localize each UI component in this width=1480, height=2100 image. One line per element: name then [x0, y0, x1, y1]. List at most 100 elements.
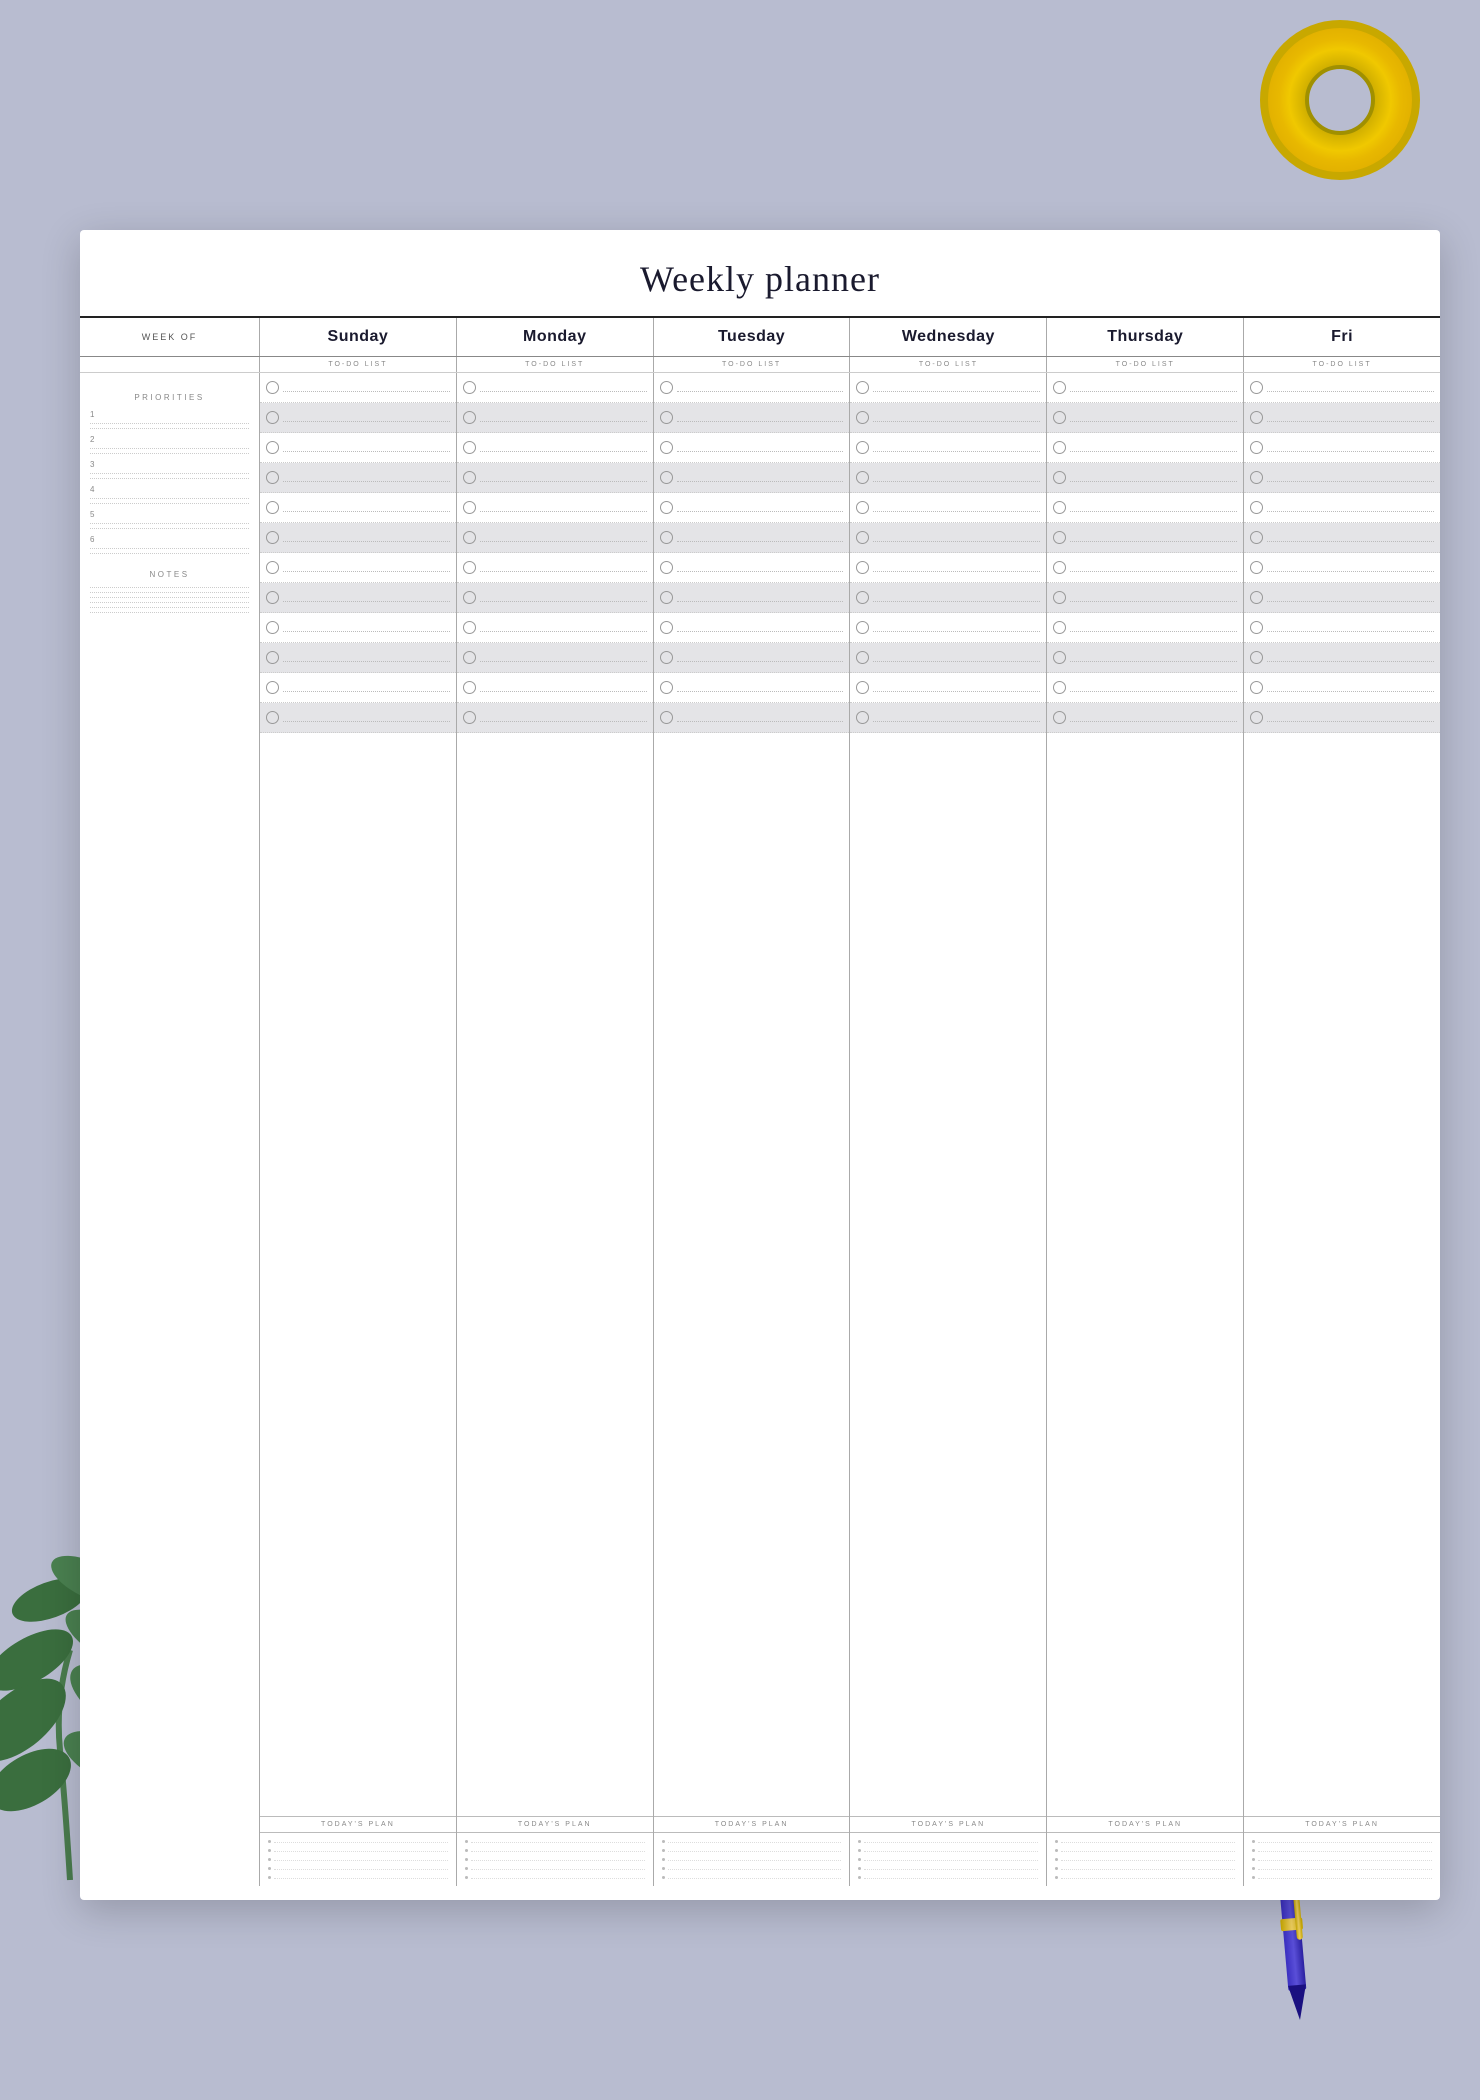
checkbox-circle[interactable] — [1250, 531, 1263, 544]
todo-row — [1244, 643, 1440, 673]
sunday-todo-rows — [260, 373, 456, 1816]
friday-plan-section: TODAY'S PLAN — [1244, 1816, 1440, 1886]
todo-row — [654, 433, 850, 463]
checkbox-circle[interactable] — [1250, 651, 1263, 664]
checkbox-circle[interactable] — [266, 501, 279, 514]
checkbox-circle[interactable] — [266, 591, 279, 604]
checkbox-circle[interactable] — [660, 381, 673, 394]
todo-row — [457, 373, 653, 403]
checkbox-circle[interactable] — [1053, 471, 1066, 484]
checkbox-circle[interactable] — [660, 621, 673, 634]
plan-row — [858, 1864, 1038, 1873]
checkbox-circle[interactable] — [660, 501, 673, 514]
dotted-line — [90, 423, 249, 424]
checkbox-circle[interactable] — [856, 621, 869, 634]
checkbox-circle[interactable] — [463, 471, 476, 484]
checkbox-circle[interactable] — [856, 681, 869, 694]
checkbox-circle[interactable] — [856, 711, 869, 724]
thursday-todo-rows — [1047, 373, 1243, 1816]
checkbox-circle[interactable] — [463, 561, 476, 574]
checkbox-circle[interactable] — [856, 411, 869, 424]
checkbox-circle[interactable] — [266, 651, 279, 664]
checkbox-circle[interactable] — [266, 621, 279, 634]
checkbox-circle[interactable] — [1053, 621, 1066, 634]
checkbox-circle[interactable] — [266, 531, 279, 544]
checkbox-circle[interactable] — [1053, 411, 1066, 424]
plan-row — [1252, 1855, 1432, 1864]
checkbox-circle[interactable] — [660, 561, 673, 574]
plan-rows — [457, 1833, 653, 1886]
checkbox-circle[interactable] — [1053, 711, 1066, 724]
checkbox-circle[interactable] — [856, 591, 869, 604]
todo-row — [850, 643, 1046, 673]
checkbox-circle[interactable] — [266, 681, 279, 694]
checkbox-circle[interactable] — [856, 471, 869, 484]
checkbox-circle[interactable] — [856, 561, 869, 574]
todo-row — [1047, 673, 1243, 703]
checkbox-circle[interactable] — [1250, 711, 1263, 724]
checkbox-circle[interactable] — [266, 561, 279, 574]
checkbox-circle[interactable] — [463, 441, 476, 454]
today-plan-label: TODAY'S PLAN — [1047, 1816, 1243, 1833]
checkbox-circle[interactable] — [660, 471, 673, 484]
checkbox-circle[interactable] — [1053, 381, 1066, 394]
checkbox-circle[interactable] — [1053, 531, 1066, 544]
todo-row — [654, 553, 850, 583]
checkbox-circle[interactable] — [856, 531, 869, 544]
checkbox-circle[interactable] — [463, 411, 476, 424]
checkbox-circle[interactable] — [856, 501, 869, 514]
checkbox-circle[interactable] — [463, 651, 476, 664]
thursday-plan-section: TODAY'S PLAN — [1047, 1816, 1243, 1886]
checkbox-circle[interactable] — [1250, 501, 1263, 514]
plan-row — [268, 1837, 448, 1846]
checkbox-circle[interactable] — [463, 501, 476, 514]
checkbox-circle[interactable] — [266, 381, 279, 394]
monday-header: Monday — [457, 318, 654, 356]
checkbox-circle[interactable] — [1053, 561, 1066, 574]
checkbox-circle[interactable] — [1053, 591, 1066, 604]
checkbox-circle[interactable] — [660, 411, 673, 424]
checkbox-circle[interactable] — [1053, 441, 1066, 454]
checkbox-circle[interactable] — [856, 381, 869, 394]
checkbox-circle[interactable] — [660, 711, 673, 724]
checkbox-circle[interactable] — [463, 711, 476, 724]
checkbox-circle[interactable] — [266, 711, 279, 724]
dotted-line — [90, 528, 249, 529]
checkbox-circle[interactable] — [1250, 411, 1263, 424]
dotted-line — [90, 602, 249, 603]
plan-row — [662, 1855, 842, 1864]
days-header-row: WEEK OF Sunday Monday Tuesday Wednesday … — [80, 318, 1440, 357]
checkbox-circle[interactable] — [266, 471, 279, 484]
checkbox-circle[interactable] — [463, 591, 476, 604]
todo-row — [654, 373, 850, 403]
checkbox-circle[interactable] — [1053, 651, 1066, 664]
checkbox-circle[interactable] — [1250, 441, 1263, 454]
checkbox-circle[interactable] — [660, 651, 673, 664]
checkbox-circle[interactable] — [463, 531, 476, 544]
plan-row — [268, 1864, 448, 1873]
checkbox-circle[interactable] — [1250, 561, 1263, 574]
todo-row — [457, 403, 653, 433]
checkbox-circle[interactable] — [1053, 501, 1066, 514]
checkbox-circle[interactable] — [463, 681, 476, 694]
left-todo-label — [80, 357, 260, 372]
checkbox-circle[interactable] — [1250, 381, 1263, 394]
checkbox-circle[interactable] — [1053, 681, 1066, 694]
checkbox-circle[interactable] — [856, 441, 869, 454]
checkbox-circle[interactable] — [1250, 591, 1263, 604]
todo-row — [260, 373, 456, 403]
checkbox-circle[interactable] — [1250, 471, 1263, 484]
checkbox-circle[interactable] — [660, 441, 673, 454]
checkbox-circle[interactable] — [660, 531, 673, 544]
checkbox-circle[interactable] — [1250, 621, 1263, 634]
checkbox-circle[interactable] — [266, 441, 279, 454]
checkbox-circle[interactable] — [463, 381, 476, 394]
plan-row — [465, 1873, 645, 1882]
dotted-line — [90, 587, 249, 588]
checkbox-circle[interactable] — [463, 621, 476, 634]
checkbox-circle[interactable] — [266, 411, 279, 424]
checkbox-circle[interactable] — [856, 651, 869, 664]
checkbox-circle[interactable] — [660, 681, 673, 694]
checkbox-circle[interactable] — [1250, 681, 1263, 694]
checkbox-circle[interactable] — [660, 591, 673, 604]
